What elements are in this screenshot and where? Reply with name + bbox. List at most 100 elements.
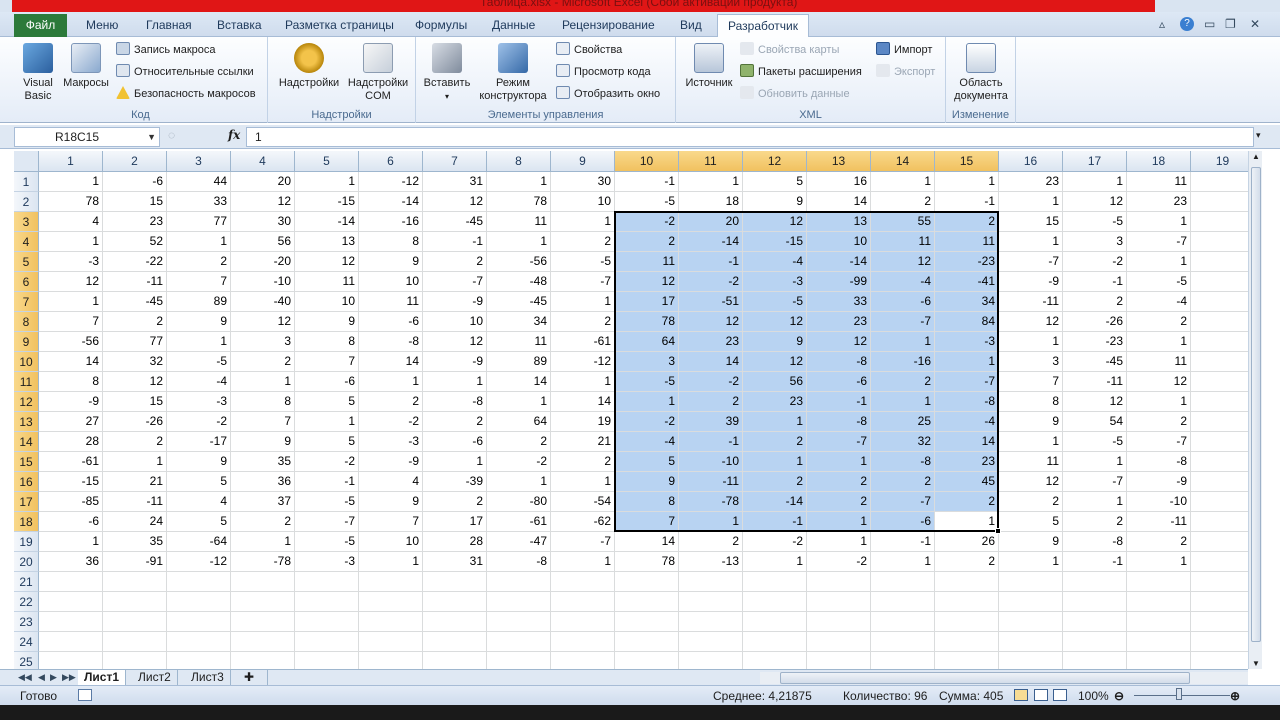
cell[interactable]: 1 <box>935 172 999 192</box>
cell[interactable]: -78 <box>679 492 743 512</box>
cell[interactable] <box>551 572 615 592</box>
cell[interactable]: -11 <box>1063 372 1127 392</box>
help-icon[interactable]: ? <box>1180 17 1194 31</box>
cell[interactable]: -61 <box>551 332 615 352</box>
cell[interactable]: 23 <box>1127 192 1191 212</box>
column-header[interactable]: 1 <box>39 151 103 172</box>
zoom-in-icon[interactable]: ⊕ <box>1230 689 1240 703</box>
cell[interactable]: 1 <box>999 432 1063 452</box>
cell[interactable]: -61 <box>39 452 103 472</box>
cell[interactable]: 12 <box>423 192 487 212</box>
cell[interactable]: 1 <box>551 212 615 232</box>
window-minimize-icon[interactable]: ▭ <box>1204 17 1215 31</box>
cell[interactable] <box>423 572 487 592</box>
cell[interactable]: -10 <box>1127 492 1191 512</box>
cell[interactable]: -48 <box>487 272 551 292</box>
cell[interactable]: 89 <box>167 292 231 312</box>
cell[interactable]: 32 <box>871 432 935 452</box>
column-header[interactable]: 15 <box>935 151 999 172</box>
cell[interactable]: 8 <box>999 392 1063 412</box>
cell[interactable] <box>871 592 935 612</box>
cell[interactable]: 2 <box>743 472 807 492</box>
cell[interactable]: 7 <box>359 512 423 532</box>
cell[interactable]: -2 <box>679 372 743 392</box>
cell[interactable] <box>807 572 871 592</box>
cell[interactable]: -8 <box>423 392 487 412</box>
cell[interactable]: 36 <box>39 552 103 572</box>
cell[interactable]: 25 <box>871 412 935 432</box>
cell[interactable]: 2 <box>1063 292 1127 312</box>
cell[interactable] <box>1191 312 1248 332</box>
cell[interactable] <box>423 592 487 612</box>
cell[interactable] <box>679 612 743 632</box>
cell[interactable]: 7 <box>39 312 103 332</box>
cell[interactable]: -12 <box>551 352 615 372</box>
cell[interactable]: 11 <box>1127 352 1191 372</box>
cell[interactable]: 8 <box>231 392 295 412</box>
cell[interactable]: 45 <box>935 472 999 492</box>
cell[interactable]: 1 <box>487 472 551 492</box>
cell[interactable] <box>1191 472 1248 492</box>
vertical-scrollbar[interactable]: ▲ ▼ <box>1248 151 1262 669</box>
column-header[interactable]: 16 <box>999 151 1063 172</box>
cell[interactable] <box>359 632 423 652</box>
cell[interactable] <box>39 572 103 592</box>
cell[interactable]: 2 <box>103 312 167 332</box>
cell[interactable]: -6 <box>423 432 487 452</box>
cell[interactable]: 1 <box>999 552 1063 572</box>
select-all-corner[interactable] <box>14 151 39 172</box>
properties-button[interactable]: Свойства <box>556 41 622 59</box>
cell[interactable] <box>1063 632 1127 652</box>
first-sheet-icon[interactable]: ◀◀ <box>18 672 32 683</box>
cell[interactable]: -1 <box>679 432 743 452</box>
cell[interactable]: 1 <box>743 412 807 432</box>
cell[interactable] <box>423 632 487 652</box>
cell[interactable]: 14 <box>679 352 743 372</box>
cell[interactable] <box>1191 572 1248 592</box>
cell[interactable]: -10 <box>231 272 295 292</box>
cell[interactable]: -11 <box>999 292 1063 312</box>
cell[interactable]: 1 <box>1127 392 1191 412</box>
cell[interactable] <box>615 612 679 632</box>
cell[interactable]: -1 <box>1063 272 1127 292</box>
cell[interactable]: 1 <box>103 452 167 472</box>
cell[interactable] <box>423 612 487 632</box>
cell[interactable]: 7 <box>295 352 359 372</box>
spreadsheet-grid[interactable]: 1 2 3 4 5 6 7 8 9 10 11 12 13 14 15 16 17 18 19 1 1 -6 44 20 1 -1… <box>0 151 1248 669</box>
chevron-down-icon[interactable]: ▼ <box>147 128 156 146</box>
cell[interactable]: 9 <box>359 252 423 272</box>
xml-source-button[interactable]: Источник <box>680 43 738 90</box>
cell[interactable]: -5 <box>295 532 359 552</box>
cell[interactable]: -6 <box>871 292 935 312</box>
window-restore-icon[interactable]: ❐ <box>1225 17 1236 31</box>
cell[interactable]: -5 <box>743 292 807 312</box>
cell[interactable]: -61 <box>487 512 551 532</box>
cell[interactable] <box>487 572 551 592</box>
cell[interactable]: -15 <box>39 472 103 492</box>
cell[interactable] <box>1191 652 1248 669</box>
cell[interactable]: -85 <box>39 492 103 512</box>
cell[interactable] <box>167 632 231 652</box>
cell[interactable]: -7 <box>295 512 359 532</box>
cell[interactable]: -14 <box>807 252 871 272</box>
cell[interactable]: -7 <box>551 272 615 292</box>
macros-button[interactable]: Макросы <box>60 43 112 90</box>
cell[interactable]: 23 <box>999 172 1063 192</box>
row-header[interactable]: 6 <box>14 272 39 292</box>
cell[interactable]: 7 <box>167 272 231 292</box>
cell[interactable]: 12 <box>615 272 679 292</box>
cell[interactable] <box>1191 392 1248 412</box>
cell[interactable]: 5 <box>167 472 231 492</box>
cell[interactable]: 8 <box>295 332 359 352</box>
cell[interactable]: 11 <box>999 452 1063 472</box>
cell[interactable] <box>295 652 359 669</box>
cell[interactable]: 1 <box>871 332 935 352</box>
cell[interactable]: 56 <box>231 232 295 252</box>
cell[interactable] <box>359 652 423 669</box>
cell[interactable]: 1 <box>359 552 423 572</box>
cell[interactable]: -5 <box>1063 212 1127 232</box>
zoom-out-icon[interactable]: ⊖ <box>1114 689 1124 703</box>
cell[interactable]: 1 <box>1127 552 1191 572</box>
cell[interactable]: -3 <box>743 272 807 292</box>
cell[interactable]: -4 <box>743 252 807 272</box>
